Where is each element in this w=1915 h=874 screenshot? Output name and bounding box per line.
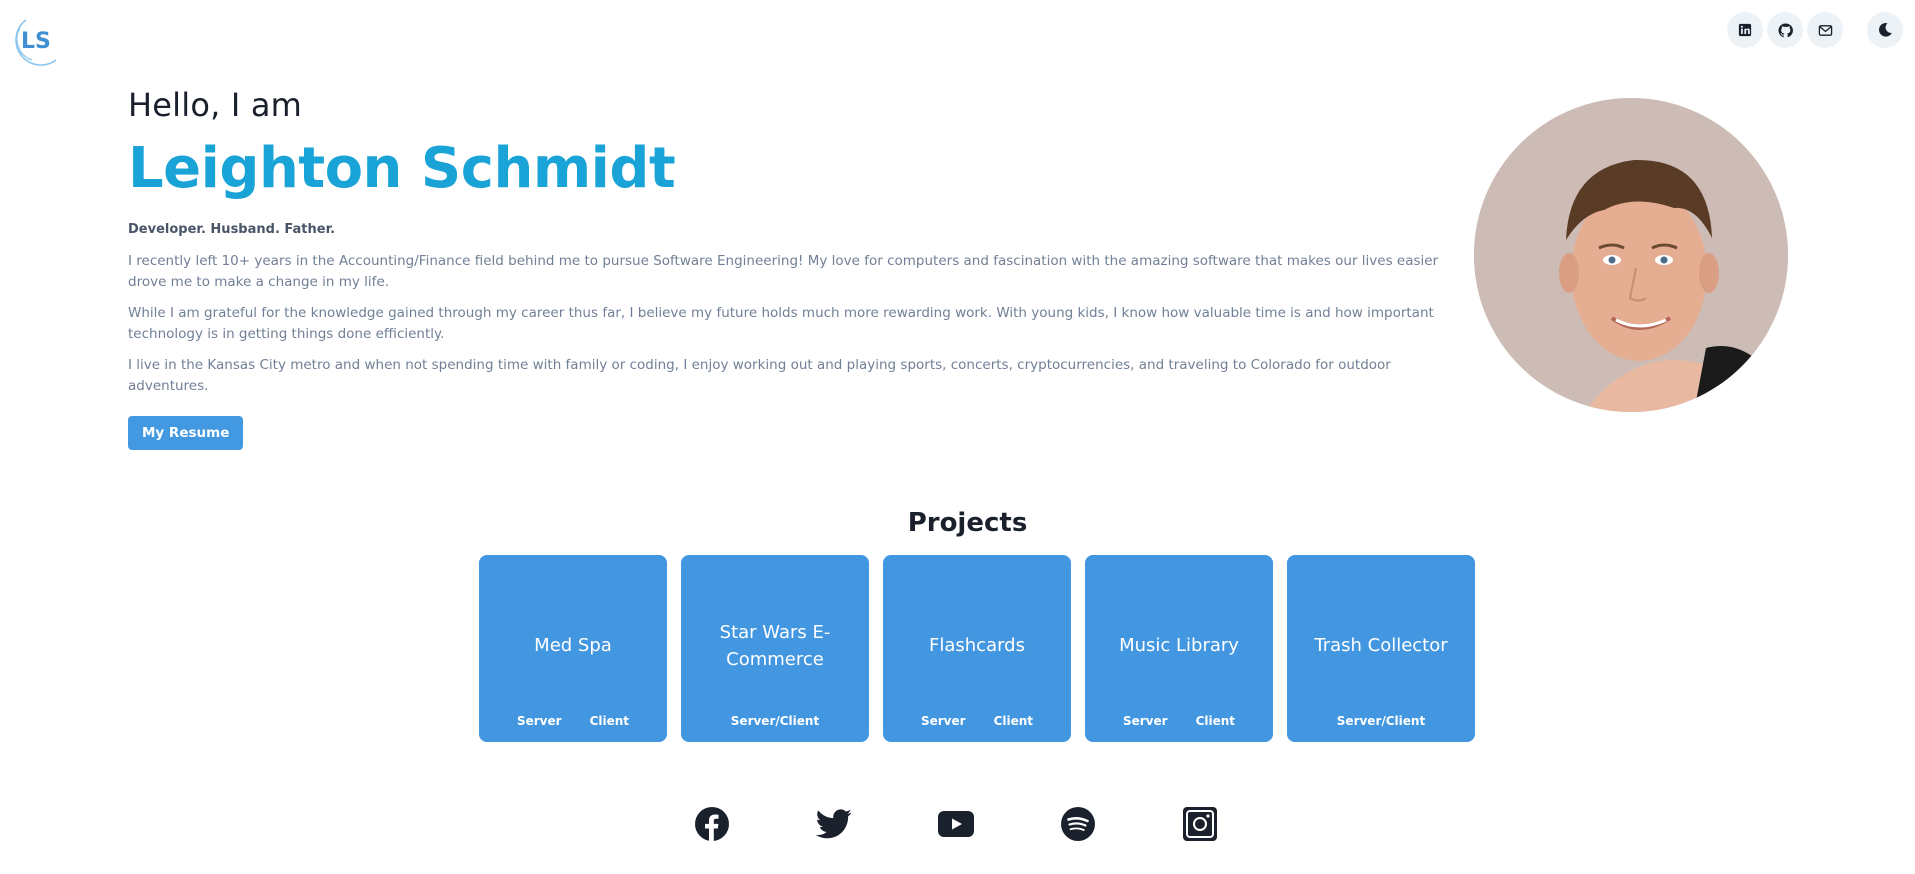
client-link[interactable]: Client — [1196, 714, 1235, 728]
project-links: Server Client — [1085, 714, 1273, 728]
social-links — [694, 806, 1218, 842]
projects-grid: Med Spa Server Client Star Wars E-Commer… — [479, 555, 1475, 742]
project-title: Flashcards — [929, 635, 1025, 656]
server-client-link[interactable]: Server/Client — [731, 714, 819, 728]
server-link[interactable]: Server — [517, 714, 562, 728]
project-links: Server Client — [883, 714, 1071, 728]
hero-name: Leighton Schmidt — [128, 136, 676, 201]
project-links: Server Client — [479, 714, 667, 728]
theme-toggle-button[interactable] — [1867, 12, 1903, 48]
mail-icon[interactable] — [1807, 12, 1843, 48]
project-links: Server/Client — [1287, 714, 1475, 728]
project-card[interactable]: Med Spa Server Client — [479, 555, 667, 742]
client-link[interactable]: Client — [590, 714, 629, 728]
greeting: Hello, I am — [128, 86, 303, 124]
client-link[interactable]: Client — [994, 714, 1033, 728]
facebook-icon[interactable] — [694, 806, 730, 842]
bio-paragraph: While I am grateful for the knowledge ga… — [128, 304, 1434, 342]
project-title: Med Spa — [534, 635, 612, 656]
avatar — [1474, 98, 1788, 412]
project-title: Trash Collector — [1314, 635, 1448, 656]
spotify-icon[interactable] — [1060, 806, 1096, 842]
tagline: Developer. Husband. Father. — [128, 221, 336, 237]
resume-button[interactable]: My Resume — [128, 415, 244, 450]
project-title: Star Wars E-Commerce — [719, 621, 831, 670]
logo-text: LS — [21, 29, 51, 54]
logo[interactable]: LS — [12, 14, 64, 66]
hero-section: Hello, I am Leighton Schmidt Developer. … — [128, 86, 1468, 450]
project-card[interactable]: Music Library Server Client — [1085, 555, 1273, 742]
project-card[interactable]: Trash Collector Server/Client — [1287, 555, 1475, 742]
server-client-link[interactable]: Server/Client — [1337, 714, 1425, 728]
twitter-icon[interactable] — [816, 806, 852, 842]
bio-paragraph: I live in the Kansas City metro and when… — [128, 356, 1391, 394]
project-card[interactable]: Flashcards Server Client — [883, 555, 1071, 742]
bio-paragraph: I recently left 10+ years in the Account… — [128, 252, 1439, 290]
youtube-icon[interactable] — [938, 806, 974, 842]
instagram-icon[interactable] — [1182, 806, 1218, 842]
project-links: Server/Client — [681, 714, 869, 728]
server-link[interactable]: Server — [921, 714, 966, 728]
project-title: Music Library — [1119, 635, 1239, 656]
server-link[interactable]: Server — [1123, 714, 1168, 728]
moon-icon — [1879, 22, 1892, 37]
linkedin-icon[interactable] — [1727, 12, 1763, 48]
project-card[interactable]: Star Wars E-Commerce Server/Client — [681, 555, 869, 742]
projects-title: Projects — [907, 508, 1028, 538]
header-social-links — [1727, 12, 1843, 48]
github-icon[interactable] — [1767, 12, 1803, 48]
